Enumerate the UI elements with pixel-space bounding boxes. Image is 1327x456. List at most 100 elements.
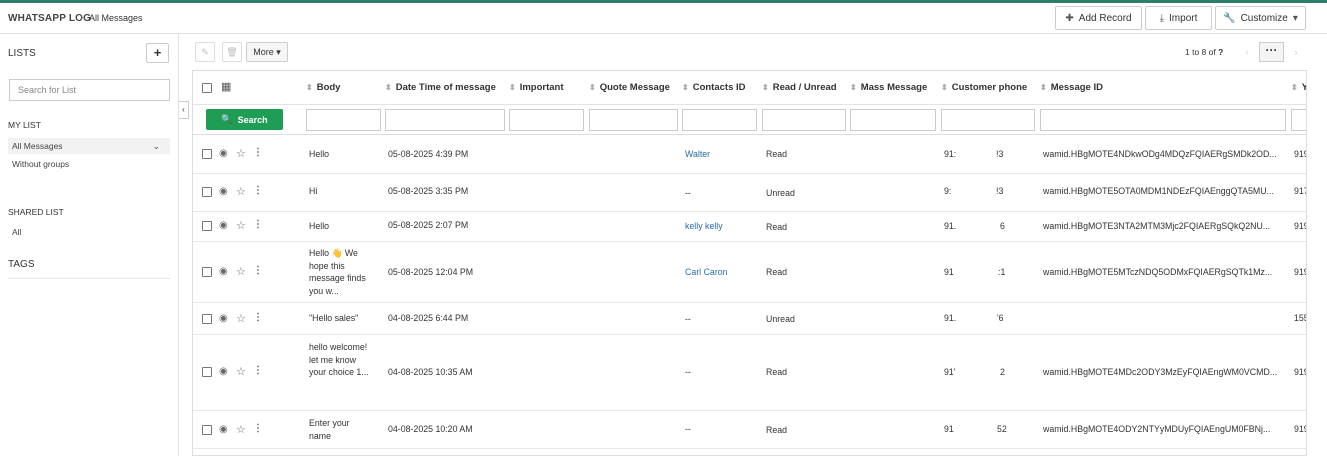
row-checkbox[interactable] (202, 221, 212, 231)
filter-mass-input[interactable] (850, 109, 936, 131)
filter-quote-input[interactable] (589, 109, 678, 131)
breadcrumb-separator: › (80, 12, 84, 23)
col-phone[interactable]: ⬍ Customer phone (941, 82, 1027, 93)
cell-date: 05-08-2025 3:35 PM (388, 186, 469, 196)
next-page-button[interactable]: › (1287, 42, 1305, 62)
cell-read: Unread (766, 188, 795, 198)
star-icon[interactable]: ☆ (236, 312, 246, 325)
col-important[interactable]: ⬍ Important (509, 82, 564, 93)
star-icon[interactable]: ☆ (236, 365, 246, 378)
col-extra[interactable]: ⬍Y (1291, 82, 1306, 93)
row-checkbox[interactable] (202, 149, 212, 159)
col-date[interactable]: ⬍ Date Time of message (385, 82, 496, 93)
row-checkbox[interactable] (202, 267, 212, 277)
sort-icon: ⬍ (1291, 83, 1298, 92)
more-options-button[interactable]: ··· (1259, 42, 1284, 62)
prev-page-button[interactable]: ‹ (1238, 42, 1256, 62)
star-icon[interactable]: ☆ (236, 219, 246, 232)
filter-phone-input[interactable] (941, 109, 1035, 131)
cell-contact-link[interactable]: Walter (685, 149, 710, 159)
col-quote[interactable]: ⬍ Quote Message (589, 82, 670, 93)
import-button[interactable]: ⤓ Import (1145, 6, 1212, 30)
sidebar-item-all[interactable]: All (8, 224, 170, 240)
table-row[interactable]: ◉ ☆ ⋮ hello welcome! let me know your ch… (193, 335, 1306, 411)
sidebar-item-all-messages[interactable]: All Messages ⌄ (8, 138, 170, 154)
col-contacts[interactable]: ⬍ Contacts ID (682, 82, 746, 93)
cell-contact: -- (685, 314, 691, 324)
list-search-input[interactable]: Search for List (9, 79, 170, 101)
eye-icon[interactable]: ◉ (219, 313, 228, 324)
cell-read: Read (766, 149, 788, 159)
sort-icon: ⬍ (682, 83, 689, 92)
eye-icon[interactable]: ◉ (219, 148, 228, 159)
col-body[interactable]: ⬍ Body (306, 82, 340, 93)
collapse-sidebar-button[interactable]: ‹ (179, 101, 189, 119)
more-button[interactable]: More ▾ (246, 42, 288, 62)
cell-extra: 919 (1294, 149, 1306, 159)
filter-body-input[interactable] (306, 109, 381, 131)
table-row[interactable]: ◉ ☆ ⋮ Hello 👋 We hope this message finds… (193, 242, 1306, 303)
my-list-label: MY LIST (8, 120, 41, 130)
star-icon[interactable]: ☆ (236, 265, 246, 278)
filter-important-input[interactable] (509, 109, 584, 131)
eye-icon[interactable]: ◉ (219, 186, 228, 197)
kebab-icon[interactable]: ⋮ (253, 147, 263, 158)
lists-sidebar: LISTS + Search for List MY LIST All Mess… (0, 34, 179, 456)
add-record-button[interactable]: ✚ Add Record (1055, 6, 1142, 30)
col-message-id[interactable]: ⬍ Message ID (1040, 82, 1103, 93)
star-icon[interactable]: ☆ (236, 423, 246, 436)
edit-button[interactable]: ✎ (195, 42, 215, 62)
chevron-down-icon[interactable]: ⌄ (152, 138, 160, 154)
filter-message-id-input[interactable] (1040, 109, 1286, 131)
cell-message-id: wamid.HBgMOTE4NDkwODg4MDQzFQIAERgSMDk2OD… (1043, 149, 1277, 159)
filter-extra-input[interactable] (1291, 109, 1306, 131)
filter-contacts-input[interactable] (682, 109, 757, 131)
kebab-icon[interactable]: ⋮ (253, 423, 263, 434)
kebab-icon[interactable]: ⋮ (253, 185, 263, 196)
cell-contact-link[interactable]: kelly kelly (685, 221, 723, 231)
col-mass[interactable]: ⬍ Mass Message (850, 82, 927, 93)
table-row[interactable]: ◉ ☆ ⋮ Hello 05-08-2025 2:07 PM kelly kel… (193, 212, 1306, 242)
table-row[interactable]: ◉ ☆ ⋮ Enter your name 04-08-2025 10:20 A… (193, 411, 1306, 449)
row-checkbox[interactable] (202, 314, 212, 324)
kebab-icon[interactable]: ⋮ (253, 265, 263, 276)
eye-icon[interactable]: ◉ (219, 220, 228, 231)
add-list-button[interactable]: + (146, 43, 169, 63)
app-title[interactable]: WHATSAPP LOG (8, 13, 91, 24)
sort-icon: ⬍ (589, 83, 596, 92)
kebab-icon[interactable]: ⋮ (253, 365, 263, 376)
table-row[interactable]: ◉ ☆ ⋮ "Hello sales" 04-08-2025 6:44 PM -… (193, 303, 1306, 335)
row-checkbox[interactable] (202, 367, 212, 377)
eye-icon[interactable]: ◉ (219, 266, 228, 277)
col-extra-label: Y (1302, 82, 1306, 93)
filter-read-input[interactable] (762, 109, 846, 131)
sort-icon: ⬍ (762, 83, 769, 92)
cell-contact-link[interactable]: Carl Caron (685, 267, 728, 277)
grid-header-row: ▦ ⬍ Body ⬍ Date Time of message ⬍ Important… (193, 71, 1306, 105)
eye-icon[interactable]: ◉ (219, 424, 228, 435)
cell-phone-prefix: 91' (944, 367, 956, 377)
records-grid: ▦ ⬍ Body ⬍ Date Time of message ⬍ Important… (192, 70, 1307, 456)
grid-search-button[interactable]: 🔍 Search (206, 109, 283, 130)
customize-button[interactable]: 🔧 Customize ▾ (1215, 6, 1306, 30)
col-read[interactable]: ⬍ Read / Unread (762, 82, 837, 93)
pagination-total[interactable]: ? (1218, 47, 1223, 57)
row-checkbox[interactable] (202, 187, 212, 197)
kebab-icon[interactable]: ⋮ (253, 219, 263, 230)
star-icon[interactable]: ☆ (236, 185, 246, 198)
cell-date: 04-08-2025 6:44 PM (388, 313, 469, 323)
delete-button[interactable]: 🗑 (222, 42, 242, 62)
filter-date-input[interactable] (385, 109, 505, 131)
select-all-checkbox[interactable] (202, 83, 212, 93)
row-checkbox[interactable] (202, 425, 212, 435)
pagination-info: 1 to 8 of ? (1185, 47, 1223, 57)
table-row[interactable]: ◉ ☆ ⋮ Hello 05-08-2025 4:39 PM Walter Re… (193, 135, 1306, 174)
kebab-icon[interactable]: ⋮ (253, 312, 263, 323)
grid-icon[interactable]: ▦ (221, 80, 231, 93)
eye-icon[interactable]: ◉ (219, 366, 228, 377)
sidebar-item-without-groups[interactable]: Without groups (8, 156, 170, 172)
table-row[interactable]: ◉ ☆ ⋮ Hi 05-08-2025 3:35 PM -- Unread 9:… (193, 174, 1306, 212)
star-icon[interactable]: ☆ (236, 147, 246, 160)
cell-extra: 917 (1294, 186, 1306, 196)
cell-phone-suffix: !3 (996, 149, 1004, 159)
